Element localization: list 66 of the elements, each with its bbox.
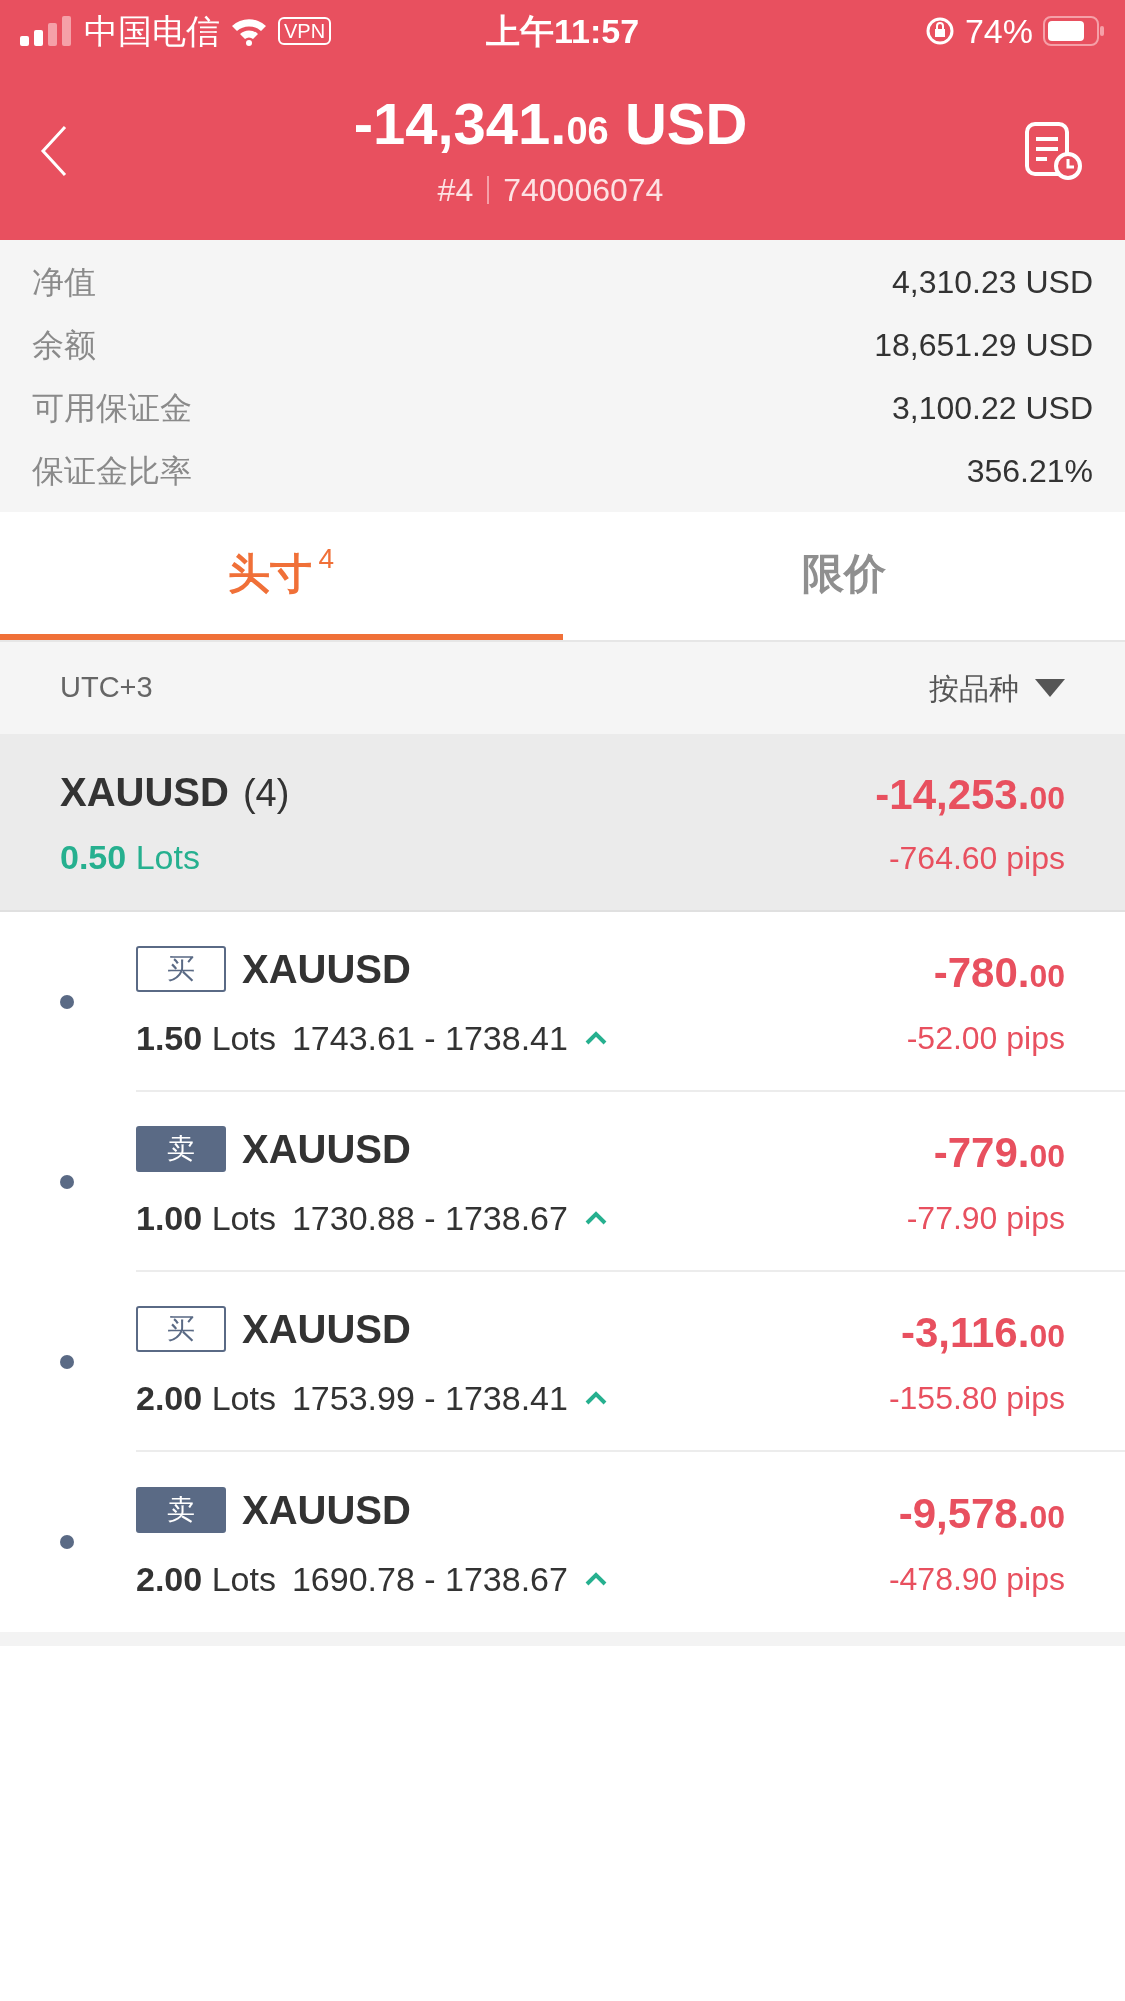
lots: 1.00 Lots [136,1197,276,1239]
vpn-badge: VPN [278,17,332,45]
signal-icon [20,16,74,46]
position-row[interactable]: 买 XAUUSD 2.00 Lots 1753.99 - 1738.41 -3,116.00 -155.80 pips [0,1272,1125,1452]
price-range: 1743.61 - 1738.41 [291,1017,568,1059]
chevron-up-icon [583,1030,608,1046]
position-pips: -478.90 pips [888,1559,1065,1599]
bullet-icon [60,1535,74,1549]
position-count: (4) [242,770,290,816]
carrier-name: 中国电信 [84,10,220,52]
summary-value: 356.21% [966,451,1093,491]
position-pips: -52.00 pips [906,1018,1065,1058]
account-number: #4 [437,170,474,210]
symbol-name: XAUUSD [60,768,229,816]
side-badge: 卖 [136,1125,226,1172]
back-icon [40,125,68,177]
bullet-icon [60,1355,74,1369]
position-pips: -155.80 pips [888,1378,1065,1418]
account-id: 740006074 [503,170,664,210]
position-row[interactable]: 卖 XAUUSD 2.00 Lots 1690.78 - 1738.67 -9,578.00 -478.90 pips [0,1452,1125,1632]
symbol-group-row[interactable]: XAUUSD (4) 0.50 Lots -14,253.00 -764.60 pips [0,734,1125,912]
price-range: 1753.99 - 1738.41 [291,1377,568,1419]
chevron-up-icon [583,1390,608,1406]
battery-icon [1043,16,1105,46]
group-pips: -764.60 pips [888,838,1065,878]
lots: 2.00 Lots [136,1558,276,1600]
summary-label: 保证金比率 [32,451,192,491]
total-lots: 0.50 Lots [60,836,201,878]
chevron-up-icon [583,1210,608,1226]
clock: 上午11:57 [485,10,640,52]
chevron-up-icon [583,1571,608,1587]
bullet-icon [60,1175,74,1189]
price-range: 1690.78 - 1738.67 [291,1558,568,1600]
symbol-name: XAUUSD [242,1125,411,1173]
summary-value: 3,100.22 USD [892,388,1093,428]
summary-label: 净值 [32,262,96,302]
position-profit: -780.00 [933,947,1065,998]
position-pips: -77.90 pips [906,1198,1065,1238]
summary-value: 18,651.29 USD [874,325,1093,365]
lots: 2.00 Lots [136,1377,276,1419]
summary-label: 余额 [32,325,96,365]
position-row[interactable]: 买 XAUUSD 1.50 Lots 1743.61 - 1738.41 -780.00 -52.00 pips [0,912,1125,1092]
wifi-icon [230,16,268,46]
timezone-label: UTC+3 [60,670,153,706]
floating-profit: -14,341.06 USD [353,89,748,158]
side-badge: 买 [136,945,226,992]
position-profit: -779.00 [933,1127,1065,1178]
battery-percent: 74% [964,10,1033,52]
position-profit: -9,578.00 [898,1488,1065,1539]
summary-value: 4,310.23 USD [892,262,1093,302]
bullet-icon [60,995,74,1009]
symbol-name: XAUUSD [242,1305,411,1353]
symbol-name: XAUUSD [242,945,411,993]
summary-label: 可用保证金 [32,388,192,428]
position-profit: -3,116.00 [900,1307,1065,1358]
position-row[interactable]: 卖 XAUUSD 1.00 Lots 1730.88 - 1738.67 -779.00 -77.90 pips [0,1092,1125,1272]
sort-dropdown[interactable]: 按品种 [929,665,1065,711]
document-clock-icon [1023,121,1083,181]
lots: 1.50 Lots [136,1017,276,1059]
price-range: 1730.88 - 1738.67 [291,1197,568,1239]
symbol-name: XAUUSD [242,1486,411,1534]
side-badge: 卖 [136,1486,226,1533]
dropdown-caret-icon [1035,679,1065,697]
rotation-lock-icon [924,16,955,46]
side-badge: 买 [136,1305,226,1352]
group-profit: -14,253.00 [875,769,1065,820]
